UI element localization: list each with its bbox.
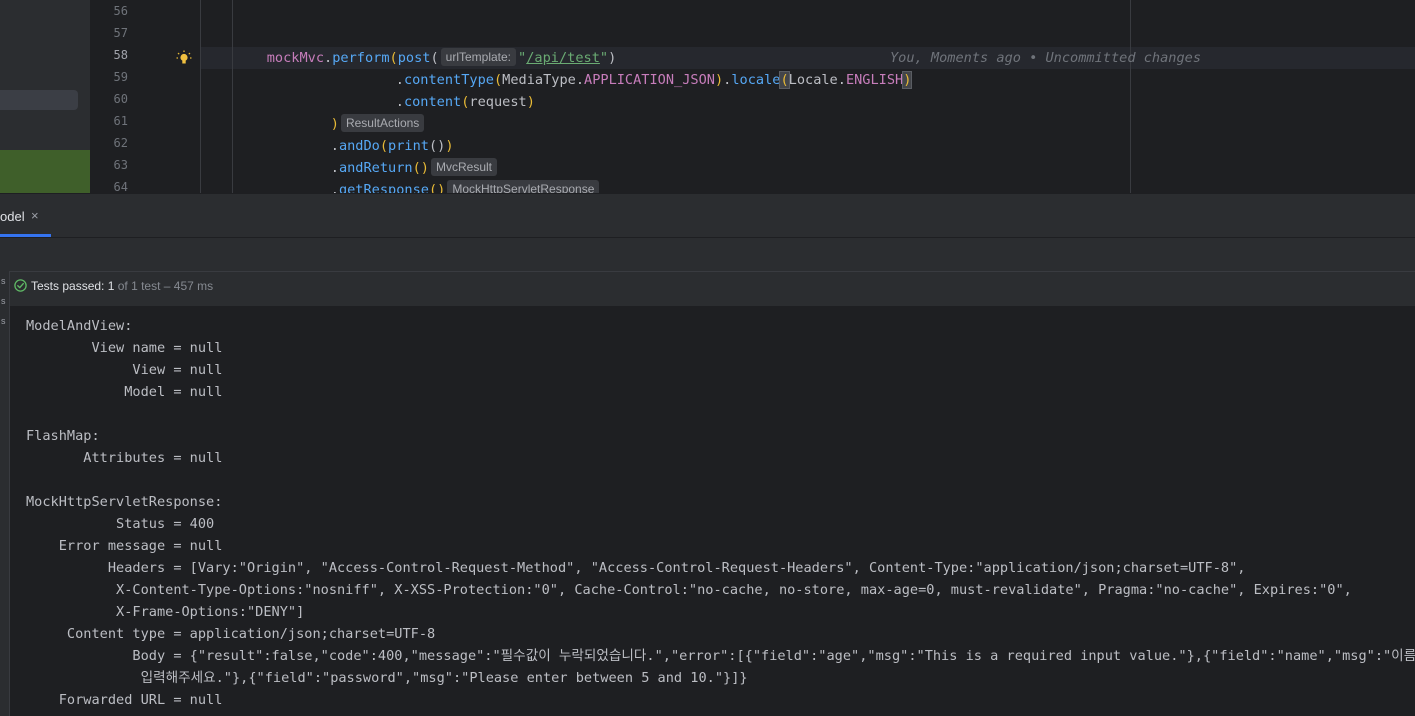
matched-bracket: (	[779, 71, 790, 89]
console-output[interactable]: ModelAndView: View name = null View = nu…	[10, 306, 1415, 716]
console-line: FlashMap:	[26, 428, 100, 444]
tree-item-label[interactable]: s	[1, 316, 6, 326]
code-line-63: .getResponse() MockHttpServletResponse	[298, 157, 601, 193]
token: .	[575, 72, 585, 88]
run-tool-window-header: odel ×	[0, 193, 1415, 237]
console-line: X-Content-Type-Options:"nosniff", X-XSS-…	[26, 582, 1352, 598]
tab-label: odel	[0, 209, 25, 224]
console-line: View = null	[26, 362, 223, 378]
token: ENGLISH	[845, 72, 904, 88]
line-number: 56	[113, 4, 128, 18]
token: .	[324, 50, 333, 66]
console-line: ModelAndView:	[26, 318, 133, 334]
project-selected-item[interactable]	[0, 90, 78, 110]
console-line: Forwarded URL = null	[26, 692, 223, 708]
line-number: 62	[113, 136, 128, 150]
tree-item-label[interactable]: s	[1, 296, 6, 306]
test-tree-panel[interactable]: s s s	[0, 271, 10, 716]
project-panel-strip	[0, 0, 90, 193]
indent-guide	[200, 0, 201, 193]
status-prefix: Tests passed:	[31, 279, 105, 293]
close-icon[interactable]: ×	[31, 208, 39, 223]
code-line-61: .andDo(print())	[298, 113, 454, 154]
project-highlight	[0, 150, 90, 193]
token: Locale	[788, 72, 838, 88]
console-line: View name = null	[26, 340, 223, 356]
console-line: Error message = null	[26, 538, 223, 554]
code-line-60: ) ResultActions	[298, 91, 426, 132]
passed-count: 1	[107, 279, 115, 293]
line-number: 61	[113, 114, 128, 128]
line-number: 60	[113, 92, 128, 106]
status-suffix: of 1 test – 457 ms	[117, 279, 214, 293]
tests-passed-status: Tests passed: 1 of 1 test – 457 ms	[31, 278, 213, 294]
code-line-59: .content(request)	[363, 69, 535, 110]
line-number: 59	[113, 70, 128, 84]
line-number: 63	[113, 158, 128, 172]
token: APPLICATION_JSON	[584, 72, 715, 88]
console-line: Content type = application/json;charset=…	[26, 626, 436, 642]
line-number: 58	[113, 48, 128, 62]
code-line-57: mockMvc.perform(post(urlTemplate: "/api/t…	[234, 25, 616, 66]
tree-item-label[interactable]: s	[1, 276, 6, 286]
console-line: Model = null	[26, 384, 223, 400]
check-circle-icon	[14, 279, 27, 292]
tab-model[interactable]: odel ×	[0, 194, 52, 237]
right-margin-guide	[1130, 0, 1131, 193]
code-line-62: .andReturn() MvcResult	[298, 135, 499, 176]
console-line: Status = 400	[26, 516, 215, 532]
token: )	[714, 72, 724, 88]
console-line: 입력해주세요."},{"field":"password","msg":"Ple…	[26, 670, 748, 686]
token: )	[526, 94, 535, 110]
git-blame-inlay[interactable]: You, Moments ago • Uncommitted changes	[890, 47, 1201, 69]
console-line: MockHttpServletResponse:	[26, 494, 223, 510]
console-line: Body = {"result":false,"code":400,"messa…	[26, 648, 1415, 664]
line-number: 64	[113, 180, 128, 193]
console-line: Headers = [Vary:"Origin", "Access-Contro…	[26, 560, 1246, 576]
code-editor[interactable]: 56 57 58 59 60 61 62 63 64 mockMvc.perfo…	[0, 0, 1415, 193]
token: mockMvc	[266, 50, 325, 66]
console-line: X-Frame-Options:"DENY"]	[26, 604, 305, 620]
code-line-58: .contentType(MediaType.APPLICATION_JSON)…	[363, 47, 913, 89]
token: locale	[731, 72, 781, 88]
matched-bracket: )	[902, 71, 913, 89]
token: .	[837, 72, 846, 88]
code-line-64: .getContentAsString();	[304, 179, 517, 193]
run-toolbar	[0, 237, 1415, 272]
lightbulb-icon[interactable]	[176, 50, 192, 66]
line-number: 57	[113, 26, 128, 40]
console-line: Attributes = null	[26, 450, 223, 466]
token: request	[469, 94, 527, 110]
indent-guide	[232, 0, 233, 193]
